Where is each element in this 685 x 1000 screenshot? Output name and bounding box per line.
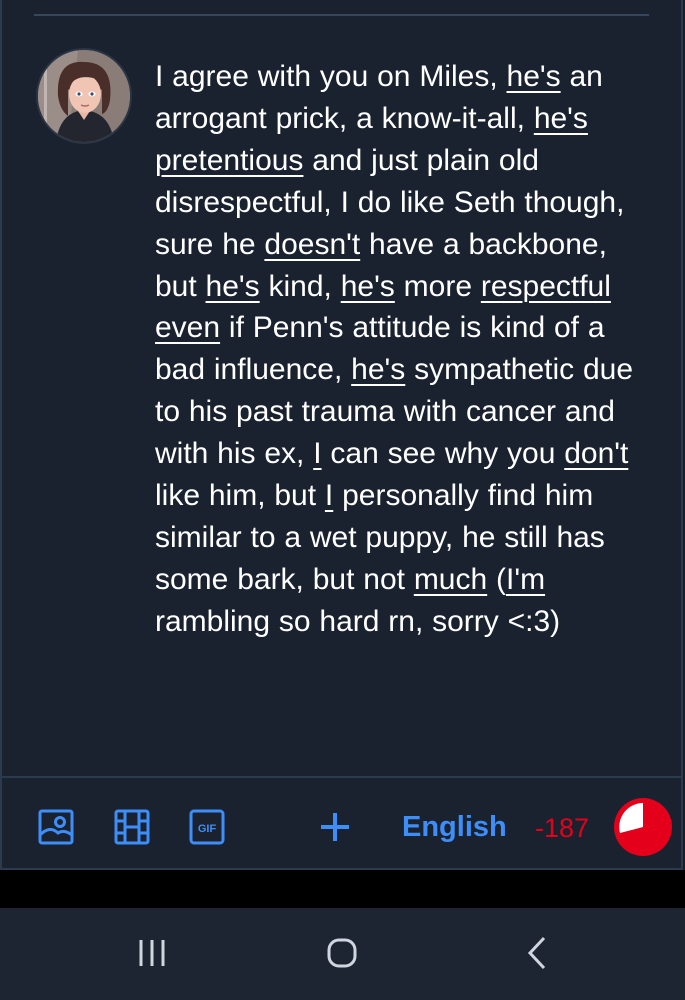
spellcheck-word[interactable]: pretentious bbox=[155, 144, 303, 177]
video-icon[interactable] bbox=[114, 805, 150, 849]
spellcheck-word[interactable]: he's bbox=[534, 102, 588, 135]
image-icon[interactable] bbox=[38, 805, 74, 849]
spellcheck-word[interactable]: much bbox=[414, 563, 487, 596]
keyboard-gap bbox=[0, 870, 685, 908]
home-icon[interactable] bbox=[320, 928, 364, 978]
recents-icon[interactable] bbox=[130, 928, 174, 978]
add-icon[interactable] bbox=[318, 805, 352, 849]
text-segment: ( bbox=[487, 562, 506, 596]
spellcheck-word[interactable]: don't bbox=[564, 437, 628, 470]
text-segment: more bbox=[394, 269, 481, 303]
post-text[interactable]: I agree with you on Miles, he's an arrog… bbox=[155, 56, 655, 643]
spellcheck-word[interactable]: respectful bbox=[481, 270, 611, 303]
spellcheck-word[interactable]: even bbox=[155, 311, 220, 344]
spellcheck-word[interactable]: I bbox=[325, 479, 333, 512]
text-segment: rambling so hard rn, sorry <:3) bbox=[155, 604, 561, 638]
text-segment: kind, bbox=[259, 269, 341, 303]
text-segment: can see why you bbox=[321, 437, 565, 471]
top-divider bbox=[34, 14, 649, 16]
spellcheck-word[interactable]: I bbox=[313, 437, 321, 470]
spellcheck-word[interactable]: he's bbox=[507, 60, 561, 93]
text-segment: I agree with you on Miles, bbox=[155, 60, 507, 93]
character-count: -187 bbox=[535, 812, 590, 843]
text-segment: like him, but bbox=[155, 479, 325, 513]
svg-text:GIF: GIF bbox=[198, 823, 217, 835]
spellcheck-word[interactable]: doesn't bbox=[264, 228, 360, 261]
spellcheck-word[interactable]: he's bbox=[206, 270, 260, 303]
back-icon[interactable] bbox=[515, 928, 559, 978]
language-selector[interactable]: English bbox=[402, 805, 507, 849]
spellcheck-word[interactable]: he's bbox=[351, 353, 405, 386]
gif-icon[interactable]: GIF bbox=[189, 805, 225, 849]
character-limit-meter bbox=[613, 797, 673, 857]
spellcheck-word[interactable]: he's bbox=[341, 270, 395, 303]
post-composer: I agree with you on Miles, he's an arrog… bbox=[0, 0, 683, 870]
spellcheck-word[interactable]: I'm bbox=[506, 563, 545, 596]
toolbar-divider bbox=[2, 776, 681, 778]
avatar[interactable] bbox=[36, 48, 132, 144]
